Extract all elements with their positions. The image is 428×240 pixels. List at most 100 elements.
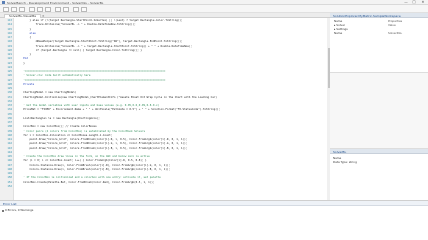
line-number: 131 (7, 95, 12, 99)
tree-item-value: SolverDLL (388, 31, 403, 35)
paste-icon[interactable] (45, 6, 51, 12)
code-line[interactable]: 116 else (0, 32, 329, 35)
code-line[interactable]: 146 for (i = 0; i <= ColorBox.Count; i++… (0, 159, 329, 163)
editor-tab-label: SolverBL.VisualBa (9, 13, 36, 18)
code-line[interactable]: 122 End (0, 57, 329, 60)
code-line[interactable]: 119 Trace.WriteLine("SolverBL -> " + tar… (0, 45, 329, 48)
code-text[interactable]: { (17, 36, 328, 39)
code-line[interactable]: 134 PriceMat = "FIXED" + Environment.Nam… (0, 108, 329, 111)
code-line[interactable]: 141 paint.Draw("Colors_Grid", Colors.Fro… (0, 138, 329, 141)
code-text[interactable]: ChartingModel = new ChartingModel( (17, 91, 328, 94)
code-text[interactable]: ColorBox = new ColorBox(); // Create Col… (17, 125, 328, 128)
tab-close-icon[interactable]: ✕ (42, 14, 45, 18)
run-icon[interactable] (73, 6, 79, 12)
line-number: 127 (7, 78, 12, 82)
code-text[interactable]: } (17, 53, 328, 56)
line-number: 130 (7, 91, 12, 95)
code-line[interactable]: 114 Trace.WriteLine("SolverBL -> " + Dou… (0, 23, 329, 26)
error-list-item[interactable]: 0 Errors, 0 Warnings (5, 209, 33, 212)
code-text[interactable]: End (17, 57, 328, 60)
code-text[interactable]: paint.Draw("Colors_Grid", Colors.FromBru… (17, 142, 328, 145)
code-line[interactable]: 151 ColorBox.Create(Palette.Bst, Color.F… (0, 181, 329, 184)
code-line[interactable]: 117 { (0, 36, 329, 39)
line-number: 146 (7, 159, 12, 163)
code-line[interactable]: 142 paint.Draw("Colors_Grid", Colors.Fro… (0, 142, 329, 145)
copy-icon[interactable] (37, 6, 43, 12)
code-line[interactable]: 139 ' Color pairs (4 colors from ColorBo… (0, 130, 329, 133)
code-editor[interactable]: 113 } else if (!(target Rectangle.StartP… (0, 18, 330, 200)
code-line[interactable]: 120 if (target.Rectangle != null) { targ… (0, 49, 329, 52)
code-text[interactable]: Trace.WriteLine("SolverBL -> " + target.… (17, 45, 328, 48)
code-text[interactable]: Trace.WriteLine("SolverBL -> " + Double.… (17, 23, 328, 26)
code-line[interactable]: 143 paint.Draw("Colors_Grid", Colors.Fro… (0, 147, 329, 150)
code-text[interactable]: ColorBox.Create(Palette.Bst, Color.FromB… (17, 181, 328, 184)
code-text[interactable]: } (17, 28, 328, 31)
code-line[interactable]: 138 ColorBox = new ColorBox(); // Create… (0, 125, 329, 128)
code-line[interactable]: 152 (0, 185, 329, 188)
code-line[interactable]: 128 Private (0, 83, 329, 86)
new-icon[interactable] (3, 6, 9, 12)
code-text[interactable]: ' Solver.cls: Code built automatically h… (17, 74, 328, 77)
code-line[interactable]: 145 ' Create the ColorBox draw lines in … (0, 155, 329, 158)
line-number: 117 (7, 36, 12, 39)
code-text[interactable]: ' Get the model variables with user inpu… (17, 104, 328, 107)
line-number: 113 (7, 19, 12, 22)
code-line[interactable]: 127 '===================================… (0, 78, 329, 82)
code-line[interactable]: 125 '===================================… (0, 70, 329, 73)
code-line[interactable]: 144 (0, 151, 329, 154)
code-line[interactable]: 148 Colors.Instance.Draw(i, Color.FromBr… (0, 168, 329, 171)
code-line[interactable]: 150 ' If the ColorBox is initialized and… (0, 176, 329, 179)
tree-item[interactable]: Name (334, 32, 342, 35)
code-text[interactable]: ' If the ColorBox is initialized and a c… (17, 176, 328, 179)
code-line[interactable]: 132 (0, 100, 329, 103)
code-line[interactable]: 140 for i = ColorBox.Allocation <= Color… (0, 133, 329, 137)
code-text[interactable]: mBaseHelper(target Rectangle.StartPoint.… (17, 40, 328, 43)
code-line[interactable]: 133 ' Get the model variables with user … (0, 104, 329, 107)
code-text[interactable]: ' Create the ColorBox draw lines in the … (17, 155, 328, 158)
code-text[interactable]: Colors.Instance.Draw(i, Color.FromBrush(… (17, 164, 328, 167)
code-text[interactable]: for (i = 0; i <= ColorBox.Count; i++) { … (17, 159, 328, 162)
properties-header: SolverBL (330, 149, 428, 154)
code-text[interactable]: paint.Draw("Colors_Grid", Colors.FromBru… (17, 147, 328, 150)
code-line[interactable]: 137 (0, 121, 329, 124)
code-text[interactable]: } (17, 62, 328, 65)
code-text[interactable]: '=======================================… (17, 70, 328, 73)
code-line[interactable]: 126 ' Solver.cls: Code built automatical… (0, 74, 329, 77)
code-line[interactable]: 123 } (0, 62, 329, 65)
error-filter-checkbox[interactable] (2, 209, 4, 212)
code-line[interactable]: 113 } else if (!(target Rectangle.StartP… (0, 19, 329, 22)
code-text[interactable]: Private (17, 83, 328, 86)
undo-icon[interactable] (55, 6, 61, 12)
cut-icon[interactable] (29, 6, 35, 12)
code-line[interactable]: 124 (0, 65, 329, 69)
property-row[interactable]: Data Type: string (333, 161, 357, 164)
code-text[interactable]: '=======================================… (17, 79, 328, 82)
line-number: 124 (7, 65, 12, 69)
code-line[interactable]: 130 ChartingModel = new ChartingModel( (0, 91, 329, 95)
code-line[interactable]: 129 (0, 87, 329, 90)
line-number: 140 (7, 133, 12, 137)
stop-icon[interactable] (81, 6, 87, 12)
code-line[interactable]: 136 List<Rectangle> ls = new Rectangle(C… (0, 117, 329, 120)
code-text[interactable]: } else if (!(target Rectangle.StartPoint… (17, 19, 328, 22)
open-icon[interactable] (11, 6, 17, 12)
code-line[interactable]: 118 mBaseHelper(target Rectangle.StartPo… (0, 40, 329, 43)
code-line[interactable]: 147 Colors.Instance.Draw(i, Color.FromBr… (0, 164, 329, 167)
save-icon[interactable] (19, 6, 25, 12)
code-text[interactable]: else (17, 32, 328, 35)
code-line[interactable]: 121 } (0, 53, 329, 56)
code-line[interactable]: 131 ChartingModel.Initialize(new Chartin… (0, 95, 329, 99)
code-line[interactable]: 135 (0, 113, 329, 116)
code-text[interactable]: ChartingModel.Initialize(new ChartingMod… (17, 96, 328, 99)
code-text[interactable]: ' Color pairs (4 colors from ColorBox) i… (17, 130, 328, 133)
redo-icon[interactable] (63, 6, 69, 12)
code-text[interactable]: paint.Draw("Colors_Grid", Colors.FromBru… (17, 138, 328, 141)
code-text[interactable]: if (target.Rectangle != null) { target R… (17, 49, 328, 52)
code-text[interactable]: List<Rectangle> ls = new Rectangle(Chart… (17, 117, 328, 120)
code-line[interactable]: 115 } (0, 28, 329, 31)
code-text[interactable]: PriceMat = "FIXED" + Environment.Name + … (17, 108, 328, 111)
code-line[interactable]: 149 (0, 172, 329, 175)
code-text[interactable]: Colors.Instance.Draw(i, Color.FromBrush(… (17, 168, 328, 171)
code-text[interactable]: for i = ColorBox.Allocation <= ColorBoxe… (17, 134, 328, 137)
line-number: 145 (7, 155, 12, 158)
